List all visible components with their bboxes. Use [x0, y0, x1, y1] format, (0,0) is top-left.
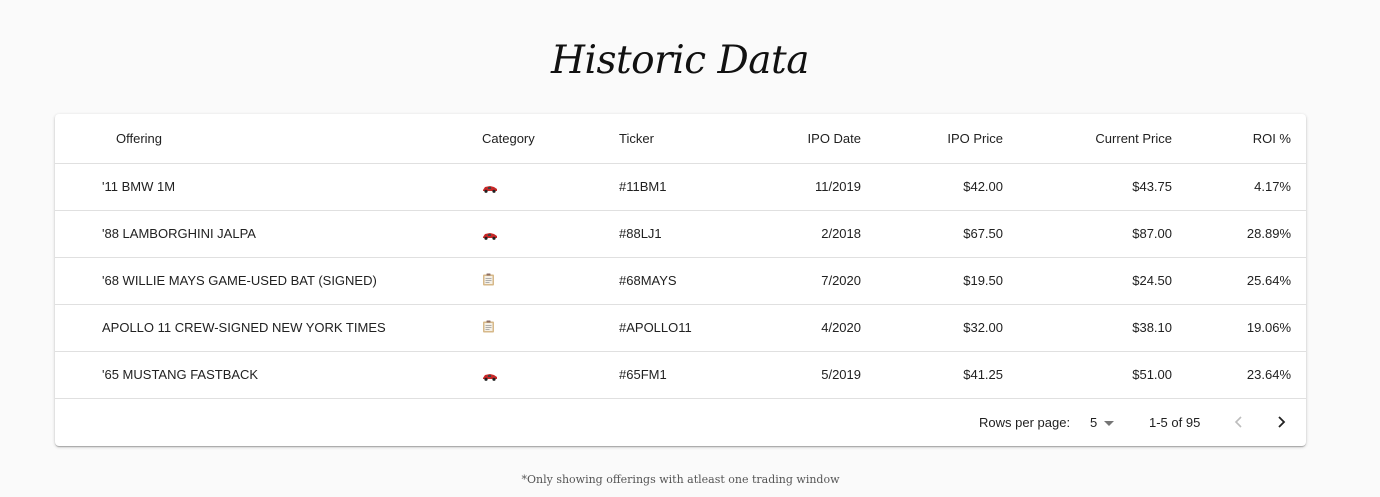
rows-per-page-label: Rows per page:	[979, 415, 1071, 430]
table-row[interactable]: '88 LAMBORGHINI JALPA #88LJ1 2/2018 $67.50 $…	[55, 210, 1306, 258]
ticker-cell: #88LJ1	[619, 226, 662, 241]
race-car-icon	[482, 367, 498, 382]
table-row[interactable]: APOLLO 11 CREW-SIGNED NEW YORK TIMES #APO…	[55, 304, 1306, 352]
table-row[interactable]: '11 BMW 1M #11BM1 11/2019 $42.00 $43.75 4.17%	[55, 163, 1306, 211]
ipo-price-cell: $67.50	[963, 226, 1003, 241]
ipo-price-cell: $42.00	[963, 179, 1003, 194]
memorabilia-icon	[482, 320, 495, 336]
category-cell	[482, 351, 592, 398]
chevron-right-icon	[1278, 416, 1286, 428]
footnote: *Only showing offerings with atleast one…	[521, 473, 840, 486]
current-price-cell: $38.10	[1132, 320, 1172, 335]
table-row[interactable]: '68 WILLIE MAYS GAME-USED BAT (SIGNED) #6…	[55, 257, 1306, 305]
column-header-current-price[interactable]: Current Price	[1072, 114, 1172, 163]
current-price-cell: $24.50	[1132, 273, 1172, 288]
table-row[interactable]: '65 MUSTANG FASTBACK #65FM1 5/2019 $41.25 $5…	[55, 351, 1306, 399]
ipo-date-cell: 2/2018	[821, 226, 861, 241]
ticker-cell: #APOLLO11	[619, 320, 692, 335]
current-price-cell: $43.75	[1132, 179, 1172, 194]
offering-cell: '68 WILLIE MAYS GAME-USED BAT (SIGNED)	[102, 273, 377, 288]
historic-data-table: Offering Category Ticker IPO Date IPO Pr…	[55, 114, 1306, 446]
offering-cell: '65 MUSTANG FASTBACK	[102, 367, 259, 382]
offering-cell: APOLLO 11 CREW-SIGNED NEW YORK TIMES	[102, 320, 386, 335]
pagination-range: 1-5 of 95	[1149, 415, 1201, 430]
ipo-date-cell: 5/2019	[821, 367, 861, 382]
column-header-roi[interactable]: ROI %	[1191, 114, 1291, 163]
rows-per-page-select[interactable]: 5	[1090, 415, 1097, 430]
ipo-date-cell: 7/2020	[821, 273, 861, 288]
ipo-price-cell: $19.50	[963, 273, 1003, 288]
page-title: Historic Data	[551, 38, 809, 83]
offering-cell: '88 LAMBORGHINI JALPA	[102, 226, 256, 241]
offering-cell: '11 BMW 1M	[102, 179, 176, 194]
ipo-price-cell: $32.00	[963, 320, 1003, 335]
ipo-date-cell: 4/2020	[821, 320, 861, 335]
table-header-row: Offering Category Ticker IPO Date IPO Pr…	[55, 114, 1306, 164]
roi-cell: 28.89%	[1246, 226, 1291, 241]
roi-cell: 25.64%	[1246, 273, 1291, 288]
memorabilia-icon	[482, 273, 495, 289]
race-car-icon	[482, 226, 498, 241]
category-cell	[482, 210, 592, 257]
column-header-category[interactable]: Category	[482, 114, 592, 163]
previous-page-button[interactable]	[1227, 410, 1251, 434]
roi-cell: 4.17%	[1254, 179, 1291, 194]
ticker-cell: #11BM1	[619, 179, 667, 194]
ipo-price-cell: $41.25	[963, 367, 1003, 382]
next-page-button[interactable]	[1269, 410, 1293, 434]
column-header-ticker[interactable]: Ticker	[619, 114, 759, 163]
dropdown-arrow-icon[interactable]	[1104, 421, 1114, 426]
ipo-date-cell: 11/2019	[814, 179, 861, 194]
column-header-ipo-date[interactable]: IPO Date	[761, 114, 861, 163]
table-pagination: Rows per page: 5 1-5 of 95	[55, 400, 1306, 446]
category-cell	[482, 304, 592, 351]
category-cell	[482, 257, 592, 304]
ticker-cell: #65FM1	[619, 367, 667, 382]
current-price-cell: $51.00	[1132, 367, 1172, 382]
race-car-icon	[482, 179, 498, 194]
column-header-offering[interactable]: Offering	[116, 114, 496, 163]
chevron-left-icon	[1234, 416, 1242, 428]
ticker-cell: #68MAYS	[619, 273, 677, 288]
roi-cell: 19.06%	[1246, 320, 1291, 335]
category-cell	[482, 163, 592, 210]
current-price-cell: $87.00	[1132, 226, 1172, 241]
roi-cell: 23.64%	[1246, 367, 1291, 382]
column-header-ipo-price[interactable]: IPO Price	[903, 114, 1003, 163]
